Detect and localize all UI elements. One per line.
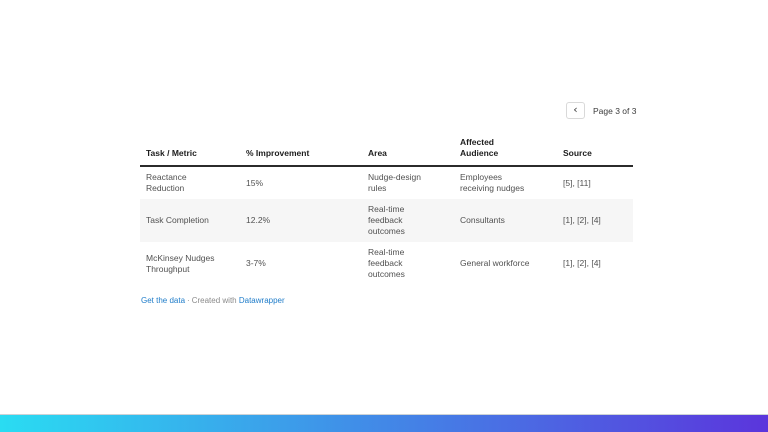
- previous-page-button[interactable]: ‹: [566, 102, 585, 119]
- table-row: Reactance Reduction 15% Nudge-design rul…: [140, 166, 633, 199]
- cell-affected-audience: General workforce: [460, 258, 530, 268]
- get-data-link[interactable]: Get the data: [141, 296, 185, 305]
- cell-task-metric: Task Completion: [146, 215, 209, 225]
- page: ‹ Page 3 of 3 Task / Metric % Improvemen…: [0, 0, 768, 432]
- column-header-task-metric: Task / Metric: [140, 134, 240, 167]
- datawrapper-link[interactable]: Datawrapper: [239, 296, 285, 305]
- bottom-accent-gradient-bar: [0, 414, 768, 432]
- cell-affected-audience: Consultants: [460, 215, 505, 225]
- footer-separator: ·: [187, 296, 190, 305]
- table-row: Task Completion 12.2% Real-time feedback…: [140, 199, 633, 242]
- cell-source: [1], [2], [4]: [563, 215, 601, 225]
- table-header: Task / Metric % Improvement Area Affecte…: [140, 134, 633, 167]
- chevron-left-icon: ‹: [573, 103, 578, 116]
- header-row: Task / Metric % Improvement Area Affecte…: [140, 134, 633, 167]
- column-header-improvement: % Improvement: [240, 134, 362, 167]
- column-header-source: Source: [557, 134, 633, 167]
- cell-source: [1], [2], [4]: [563, 258, 601, 268]
- cell-task-metric: Reactance Reduction: [146, 172, 187, 193]
- cell-source: [5], [11]: [563, 177, 591, 188]
- pagination: ‹ Page 3 of 3: [566, 102, 636, 119]
- cell-improvement: 3-7%: [246, 258, 266, 268]
- cell-affected-audience: Employees receiving nudges: [460, 172, 525, 193]
- cell-improvement: 12.2%: [246, 215, 271, 225]
- table-row: McKinsey Nudges Throughput 3-7% Real-tim…: [140, 242, 633, 285]
- cell-area: Real-time feedback outcomes: [368, 247, 405, 279]
- cell-area: Real-time feedback outcomes: [368, 204, 405, 236]
- data-table: Task / Metric % Improvement Area Affecte…: [140, 134, 633, 285]
- column-header-area: Area: [362, 134, 454, 167]
- page-indicator: Page 3 of 3: [593, 105, 637, 116]
- column-header-affected-audience: Affected Audience: [454, 134, 557, 167]
- cell-area: Nudge-design rules: [368, 172, 421, 193]
- created-with-text: Created with: [191, 296, 237, 305]
- cell-task-metric: McKinsey Nudges Throughput: [146, 252, 215, 274]
- cell-improvement: 15%: [246, 177, 264, 188]
- attribution-footer: Get the data · Created with Datawrapper: [141, 296, 285, 306]
